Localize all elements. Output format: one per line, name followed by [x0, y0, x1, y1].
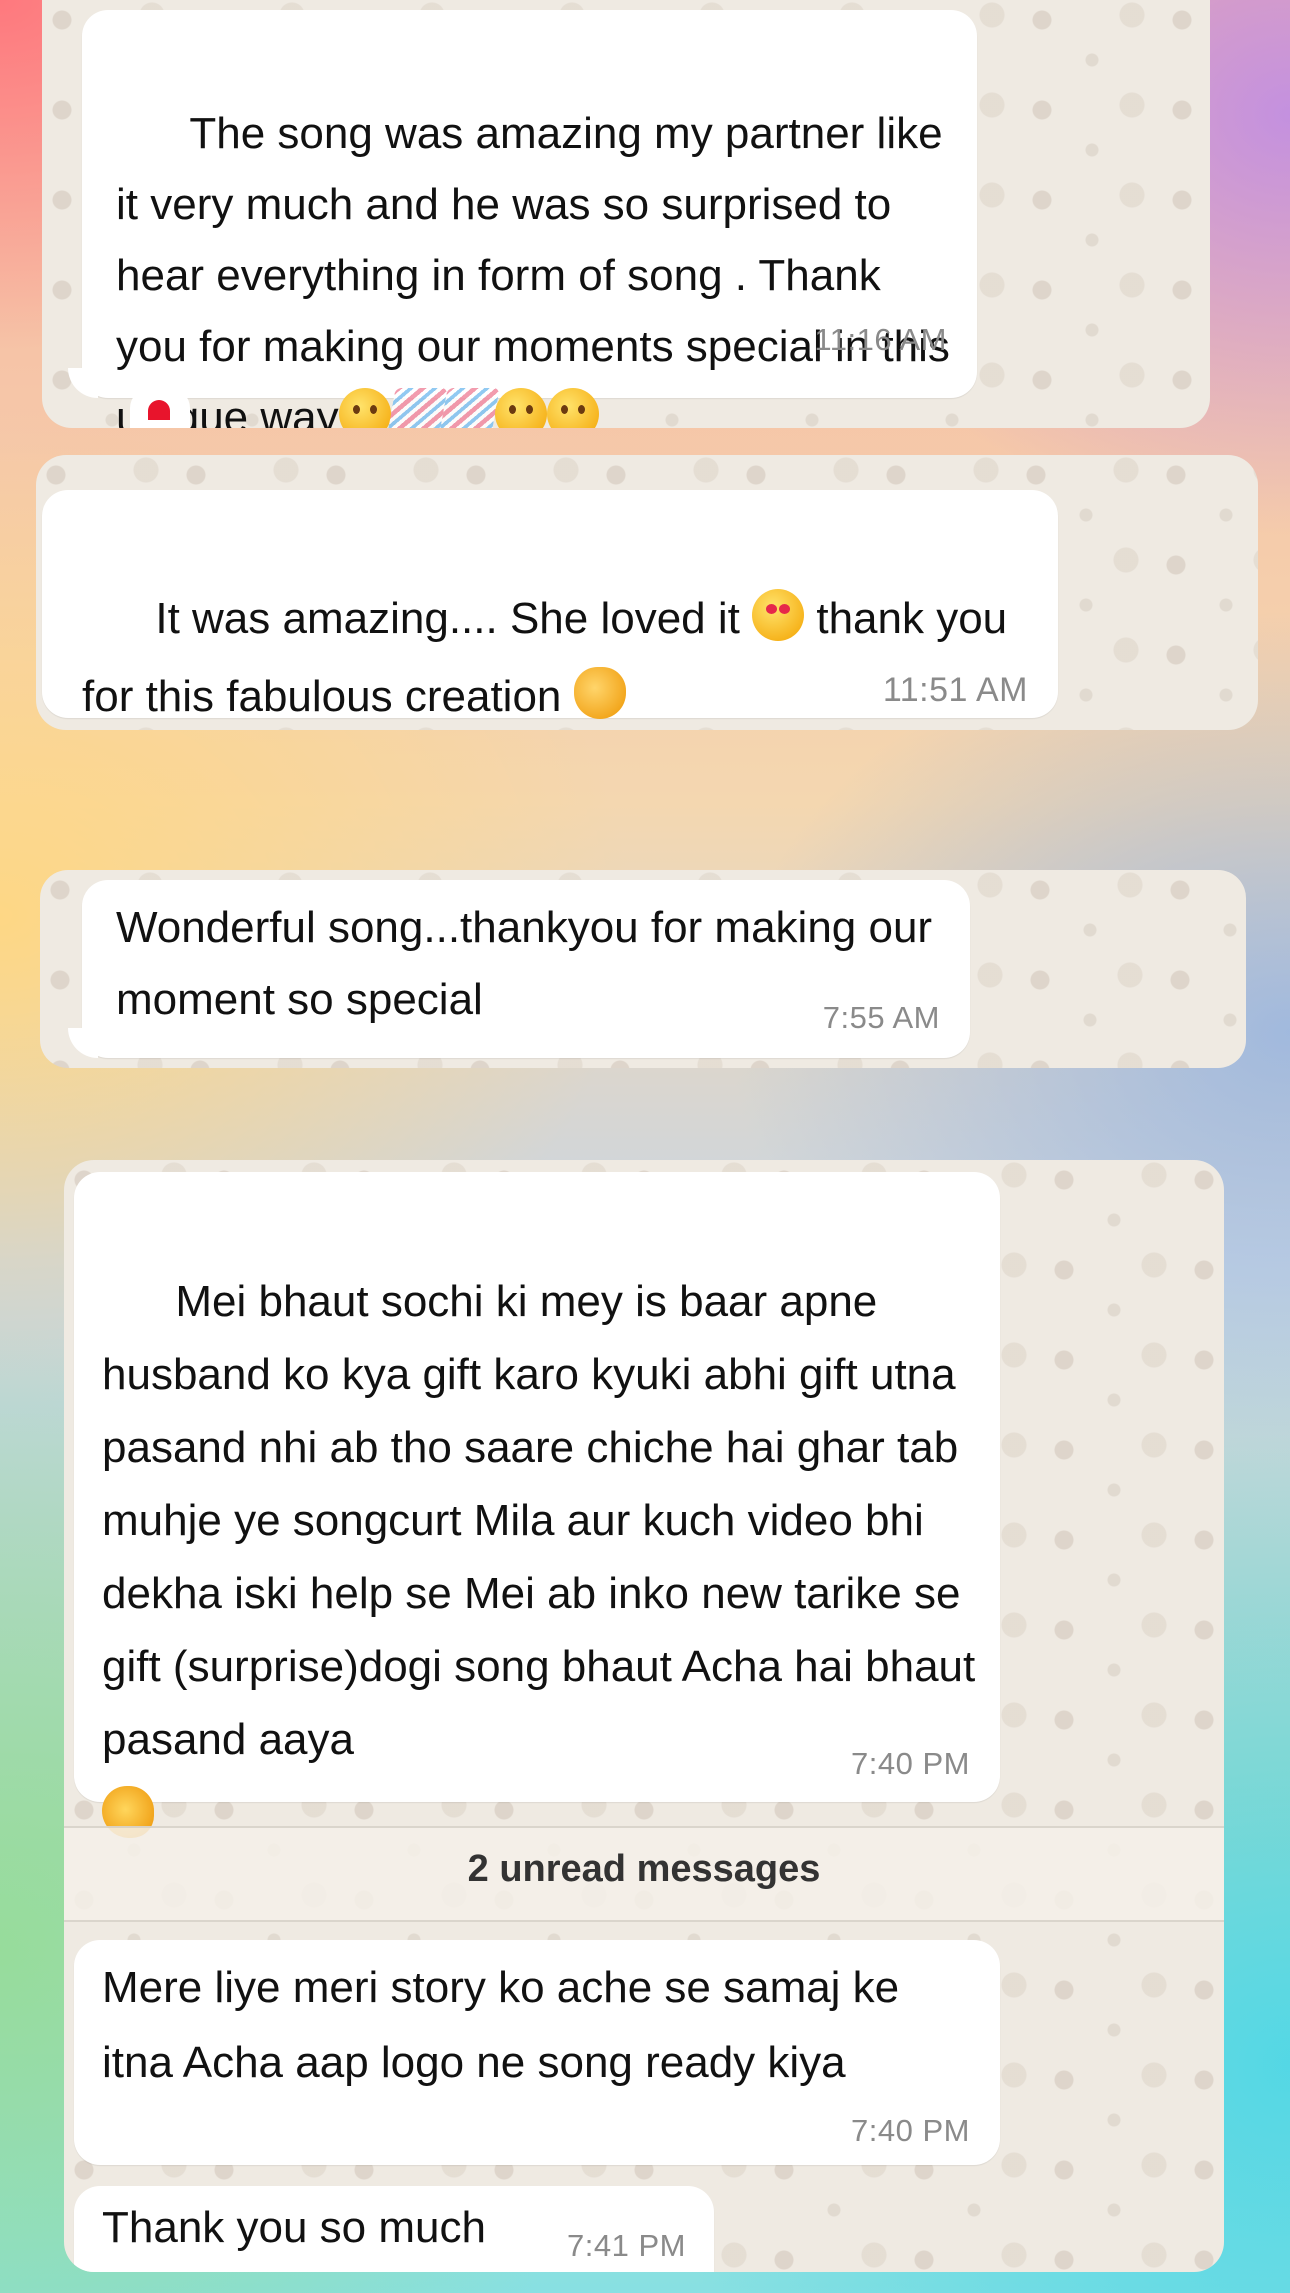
message-time: 11:16 AM [814, 322, 947, 357]
reaction-badge[interactable] [130, 388, 190, 428]
message-bubble-6[interactable]: Thank you so much 7:41 PM [74, 2186, 714, 2272]
message-bubble-4[interactable]: Mei bhaut sochi ki mey is baar apne husb… [74, 1172, 1000, 1838]
message-text: Mei bhaut sochi ki mey is baar apne husb… [102, 1192, 982, 1925]
smiling-face-with-hearts-emoji [752, 589, 805, 641]
party-popper-emoji [438, 388, 500, 428]
message-bubble-5[interactable]: Mere liye meri story ko ache se samaj ke… [74, 1940, 1000, 2165]
chat-screenshot-1: The song was amazing my partner like it … [42, 0, 1210, 428]
unread-divider: 2 unread messages [64, 1826, 1224, 1922]
smiling-face-emoji [338, 388, 391, 428]
message-text: Thank you so much [102, 2203, 486, 2252]
message-text: The song was amazing my partner like it … [116, 27, 956, 428]
message-bubble-2[interactable]: It was amazing.... She loved it thank yo… [42, 490, 1058, 721]
chat-screenshot-3: Wonderful song...thankyou for making our… [40, 870, 1246, 1068]
heart-eyes-cat-emoji [573, 667, 626, 719]
chat-screenshot-2: It was amazing.... She loved it thank yo… [36, 455, 1258, 730]
message-time: 7:40 PM [851, 2113, 970, 2148]
message-bubble-3[interactable]: Wonderful song...thankyou for making our… [68, 880, 970, 1058]
message-time: 11:51 AM [882, 671, 1028, 709]
message-bubble-1[interactable]: The song was amazing my partner like it … [68, 10, 977, 428]
heart-icon [148, 400, 170, 420]
partying-face-emoji [546, 388, 599, 428]
message-text: Mere liye meri story ko ache se samaj ke… [102, 1963, 912, 2087]
party-popper-emoji [386, 388, 448, 428]
message-time: 7:41 PM [567, 2228, 686, 2263]
message-time: 7:55 AM [822, 1000, 940, 1035]
message-time: 7:40 PM [851, 1746, 970, 1781]
partying-face-emoji [494, 388, 547, 428]
chat-screenshot-4: Mei bhaut sochi ki mey is baar apne husb… [64, 1160, 1224, 2272]
